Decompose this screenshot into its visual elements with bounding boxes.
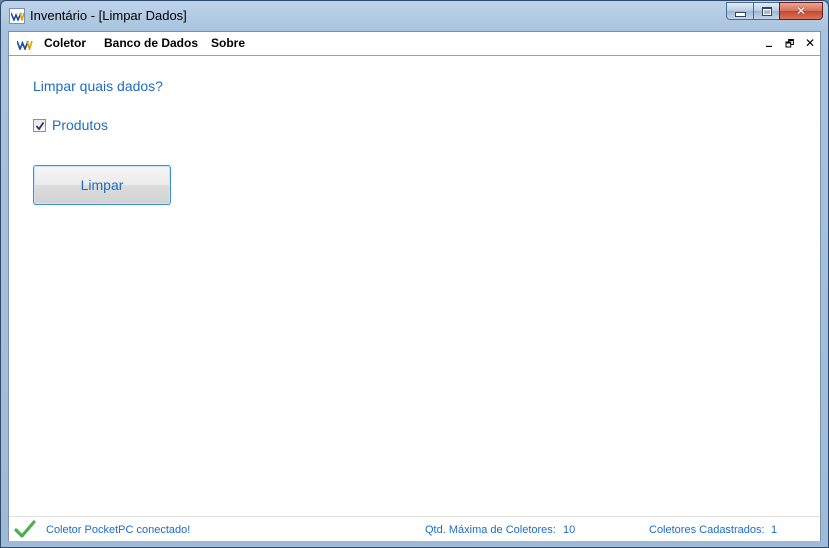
mdi-minimize-button[interactable]: _ xyxy=(766,33,772,47)
maximize-icon xyxy=(761,6,772,16)
mdi-restore-button[interactable]: 🗗 xyxy=(785,37,794,54)
menu-banco-de-dados[interactable]: Banco de Dados xyxy=(104,36,198,50)
close-icon: ✕ xyxy=(795,4,807,18)
registered-collectors-label: Coletores Cadastrados: xyxy=(649,524,765,536)
registered-collectors-value: 1 xyxy=(771,524,778,536)
title-bar[interactable]: Inventário - [Limpar Dados] ✕ xyxy=(1,1,828,31)
status-bar: Coletor PocketPC conectado! Qtd. Máxima … xyxy=(9,516,820,541)
produtos-checkbox[interactable] xyxy=(33,119,46,132)
mdi-child-icon[interactable] xyxy=(16,37,33,55)
menu-sobre[interactable]: Sobre xyxy=(211,36,245,50)
produtos-checkbox-label[interactable]: Produtos xyxy=(52,117,108,133)
app-window: Inventário - [Limpar Dados] ✕ Coletor Ba… xyxy=(0,0,829,548)
clear-data-panel: Limpar quais dados? Produtos Limpar xyxy=(9,56,820,516)
caption-buttons: ✕ xyxy=(726,2,823,21)
window-title: Inventário - [Limpar Dados] xyxy=(30,8,187,23)
clear-button[interactable]: Limpar xyxy=(33,165,171,205)
max-collectors-label: Qtd. Máxima de Coletores: xyxy=(425,524,556,536)
client-area: Coletor Banco de Dados Sobre _ 🗗 ✕ Limpa… xyxy=(8,31,821,541)
menu-bar: Coletor Banco de Dados Sobre _ 🗗 ✕ xyxy=(9,32,820,56)
minimize-icon xyxy=(734,12,746,17)
max-collectors-value: 10 xyxy=(563,524,576,536)
page-title: Limpar quais dados? xyxy=(33,78,163,94)
mdi-close-button[interactable]: ✕ xyxy=(805,36,815,50)
window-frame-bottom[interactable] xyxy=(1,541,828,547)
close-button[interactable]: ✕ xyxy=(779,2,823,20)
minimize-button[interactable] xyxy=(726,2,753,20)
connection-status: Coletor PocketPC conectado! xyxy=(46,524,191,536)
maximize-button[interactable] xyxy=(753,2,779,20)
checkmark-icon xyxy=(35,121,45,131)
app-logo-icon[interactable] xyxy=(9,8,25,24)
menu-coletor[interactable]: Coletor xyxy=(44,36,86,50)
